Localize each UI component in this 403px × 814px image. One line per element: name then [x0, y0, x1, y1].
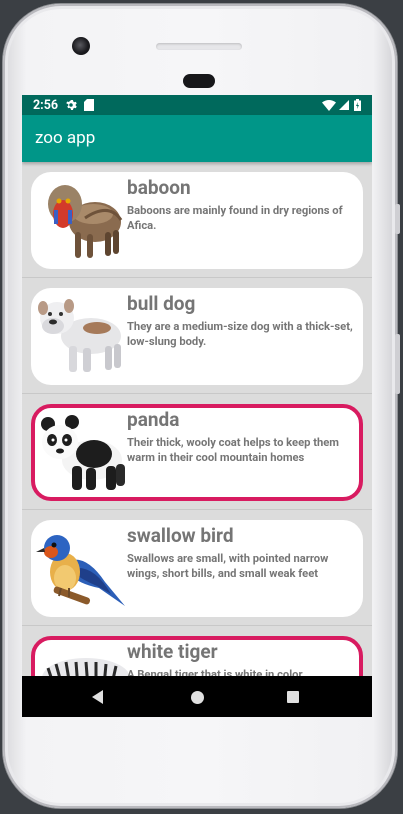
- white-tiger-image: [42, 658, 128, 676]
- animal-name: bull dog: [127, 292, 196, 315]
- battery-icon: [354, 99, 361, 111]
- wifi-icon: [322, 99, 336, 111]
- animal-description: A Bengal tiger that is white in color: [127, 668, 303, 676]
- app-bar: zoo app: [22, 115, 372, 162]
- animal-card-panda[interactable]: panda Their thick, wooly coat helps to k…: [31, 404, 363, 501]
- animal-card-white-tiger[interactable]: white tiger A Bengal tiger that is white…: [31, 636, 363, 676]
- front-camera: [72, 37, 90, 55]
- back-icon[interactable]: [86, 685, 110, 709]
- panda-image: [41, 415, 125, 490]
- list-item: bull dog They are a medium-size dog with…: [22, 278, 372, 394]
- list-item: swallow bird Swallows are small, with po…: [22, 510, 372, 626]
- animal-list[interactable]: baboon Baboons are mainly found in dry r…: [22, 162, 372, 676]
- status-time: 2:56: [33, 97, 59, 113]
- list-item: panda Their thick, wooly coat helps to k…: [22, 394, 372, 510]
- proximity-sensor: [183, 74, 215, 88]
- baboon-image: [48, 185, 123, 258]
- sd-card-icon: [84, 99, 95, 111]
- bull-dog-image: [38, 299, 121, 372]
- status-bar: 2:56: [22, 95, 372, 115]
- power-button: [395, 204, 400, 234]
- swallow-bird-image: [36, 535, 125, 606]
- navigation-bar: [22, 676, 372, 717]
- animal-name: panda: [127, 408, 180, 431]
- recents-icon[interactable]: [281, 685, 305, 709]
- animal-description: Baboons are mainly found in dry regions …: [127, 204, 343, 232]
- animal-description: They are a medium-size dog with a thick-…: [127, 320, 353, 348]
- list-item: baboon Baboons are mainly found in dry r…: [22, 162, 372, 278]
- animal-description: Their thick, wooly coat helps to keep th…: [127, 436, 339, 464]
- settings-icon: [66, 99, 78, 111]
- animal-description: Swallows are small, with pointed narrow …: [127, 552, 329, 580]
- animal-card-swallow-bird[interactable]: swallow bird Swallows are small, with po…: [31, 520, 363, 617]
- animal-name: swallow bird: [127, 524, 234, 547]
- list-item: white tiger A Bengal tiger that is white…: [22, 626, 372, 676]
- app-title: zoo app: [35, 128, 96, 148]
- animal-name: white tiger: [127, 640, 218, 663]
- earpiece-speaker: [156, 43, 242, 50]
- animal-card-baboon[interactable]: baboon Baboons are mainly found in dry r…: [31, 172, 363, 269]
- animal-name: baboon: [127, 176, 191, 199]
- home-icon[interactable]: [185, 685, 209, 709]
- volume-button: [395, 334, 400, 394]
- animal-card-bull-dog[interactable]: bull dog They are a medium-size dog with…: [31, 288, 363, 385]
- signal-icon: [339, 100, 349, 110]
- device-screen: 2:56 zoo app baboon Baboons are mainly f…: [22, 95, 372, 717]
